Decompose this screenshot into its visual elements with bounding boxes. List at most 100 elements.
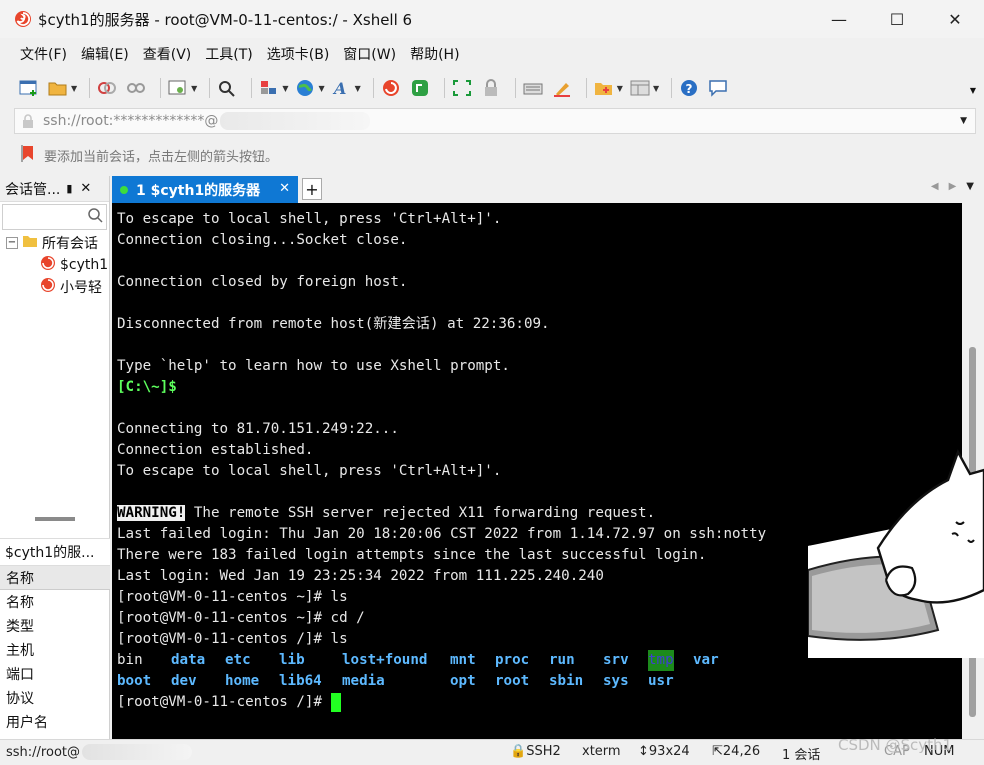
font-icon[interactable]: A (331, 77, 353, 99)
property-host: 主机 (6, 643, 34, 659)
property-port: 端口 (6, 667, 34, 683)
property-username: 用户名 (6, 715, 48, 731)
disconnect-icon[interactable] (125, 77, 147, 99)
properties-title: $cyth1的服... (0, 538, 110, 566)
status-bar: ssh://root@ 🔒SSH2 xterm ↕93x24 ⇱24,26 1 … (0, 739, 984, 765)
layout-dropdown-icon[interactable]: ▼ (282, 84, 288, 93)
add-tab-button[interactable]: + (302, 178, 322, 200)
chat-icon[interactable] (707, 77, 729, 99)
menu-tabs[interactable]: 选项卡(B) (267, 44, 330, 64)
toolbar-overflow-icon[interactable]: ▼ (970, 86, 976, 95)
open-dropdown-icon[interactable]: ▼ (71, 84, 77, 93)
current-prompt: [root@VM-0-11-centos /]# (117, 692, 341, 713)
ls-entry: root (495, 673, 530, 689)
tab-session-1[interactable]: 1 $cyth1的服务器 ✕ (112, 176, 298, 203)
minimize-button[interactable]: — (810, 0, 868, 38)
property-type: 类型 (6, 619, 34, 635)
session-icon (40, 277, 56, 297)
terminal-line: Last failed login: Thu Jan 20 18:20:06 C… (117, 526, 767, 542)
highlight-icon[interactable] (551, 77, 573, 99)
terminal-line: Connection established. (117, 442, 314, 458)
find-icon[interactable] (216, 77, 238, 99)
property-protocol: 协议 (6, 691, 34, 707)
tile-dropdown-icon[interactable]: ▼ (653, 84, 659, 93)
ls-entry: bin (117, 652, 143, 668)
ls-entry: mnt (450, 652, 476, 668)
connect-icon[interactable] (96, 77, 118, 99)
status-size: ↕93x24 (638, 744, 690, 759)
ls-entry: home (225, 673, 260, 689)
menu-bar: 文件(F) 编辑(E) 查看(V) 工具(T) 选项卡(B) 窗口(W) 帮助(… (0, 40, 984, 68)
terminal-line: Type `help' to learn how to use Xshell p… (117, 358, 510, 374)
tab-close-icon[interactable]: ✕ (279, 181, 290, 196)
svg-text:A: A (332, 79, 346, 97)
globe-icon[interactable] (294, 77, 316, 99)
menu-window[interactable]: 窗口(W) (343, 44, 396, 64)
help-icon[interactable]: ? (678, 77, 700, 99)
tile-icon[interactable] (629, 77, 651, 99)
resize-icon: ↕ (638, 744, 649, 759)
xshell-icon[interactable] (380, 77, 402, 99)
xftp-icon[interactable] (409, 77, 431, 99)
keyboard-icon[interactable] (522, 77, 544, 99)
menu-file[interactable]: 文件(F) (20, 44, 67, 64)
layout-icon[interactable] (258, 77, 280, 99)
properties-list: 名称 名称 类型 主机 端口 协议 用户名 (0, 566, 110, 734)
terminal-line: To escape to local shell, press 'Ctrl+Al… (117, 211, 502, 227)
pin-icon[interactable]: ▮ (66, 182, 72, 195)
menu-view[interactable]: 查看(V) (143, 44, 192, 64)
terminal-line: Connection closed by foreign host. (117, 274, 408, 290)
terminal-cursor (330, 692, 341, 712)
menu-edit[interactable]: 编辑(E) (81, 44, 129, 64)
address-bar[interactable]: ssh://root:*************@ ▼ (14, 108, 976, 134)
session-search-input[interactable] (2, 204, 107, 230)
ls-entry: lost+found (342, 652, 428, 668)
terminal-line: [root@VM-0-11-centos /]# ls (117, 631, 348, 647)
ls-entry-tmp: tmp (648, 650, 674, 671)
tree-item-session[interactable]: 小号轻 (0, 276, 109, 298)
tab-strip: 1 $cyth1的服务器 ✕ + ◀▶▼ (112, 176, 984, 203)
terminal-line: [root@VM-0-11-centos ~]# cd / (117, 610, 365, 626)
panel-close-icon[interactable]: ✕ (80, 181, 91, 196)
ls-entry: etc (225, 652, 251, 668)
terminal-line: Connection closing...Socket close. (117, 232, 408, 248)
new-session-icon[interactable] (18, 77, 40, 99)
terminal-line: Last login: Wed Jan 19 23:25:34 2022 fro… (117, 568, 604, 584)
terminal-line: There were 183 failed login attempts sin… (117, 547, 707, 563)
properties-dropdown-icon[interactable]: ▼ (191, 84, 197, 93)
properties-icon[interactable] (167, 77, 189, 99)
folder-dropdown-icon[interactable]: ▼ (617, 84, 623, 93)
ls-entry: opt (450, 673, 476, 689)
globe-dropdown-icon[interactable]: ▼ (318, 84, 324, 93)
open-folder-icon[interactable] (47, 77, 69, 99)
tree-item-session[interactable]: $cyth1 (0, 254, 109, 276)
svg-text:?: ? (686, 82, 693, 96)
new-folder-icon[interactable] (593, 77, 615, 99)
tree-root-all-sessions[interactable]: − 所有会话 (0, 232, 109, 254)
warning-badge: WARNING! (117, 505, 186, 521)
lock-icon[interactable] (480, 77, 502, 99)
collapse-icon[interactable]: − (6, 237, 18, 249)
tab-prev-icon[interactable]: ◀ (931, 181, 949, 192)
terminal-line: To escape to local shell, press 'Ctrl+Al… (117, 463, 502, 479)
maximize-button[interactable]: ☐ (868, 0, 926, 38)
session-manager-title: 会话管... (5, 181, 61, 198)
ls-entry: lib64 (279, 673, 322, 689)
properties-header-name[interactable]: 名称 (0, 566, 110, 590)
close-button[interactable]: ✕ (926, 0, 984, 38)
ls-entry: sys (603, 673, 629, 689)
fullscreen-icon[interactable] (451, 77, 473, 99)
tab-label: 1 $cyth1的服务器 (136, 182, 261, 199)
address-dropdown-icon[interactable]: ▼ (960, 116, 967, 126)
terminal-line: [root@VM-0-11-centos ~]# ls (117, 589, 348, 605)
tab-nav: ◀▶▼ (931, 181, 974, 192)
terminal-line: Connecting to 81.70.151.249:22... (117, 421, 399, 437)
tab-list-icon[interactable]: ▼ (966, 181, 974, 192)
font-dropdown-icon[interactable]: ▼ (355, 84, 361, 93)
menu-help[interactable]: 帮助(H) (410, 44, 459, 64)
tab-next-icon[interactable]: ▶ (949, 181, 967, 192)
panel-splitter[interactable] (0, 514, 110, 524)
ls-entry: run (549, 652, 575, 668)
menu-tools[interactable]: 工具(T) (205, 44, 252, 64)
bookmark-arrow-icon[interactable] (20, 144, 36, 166)
